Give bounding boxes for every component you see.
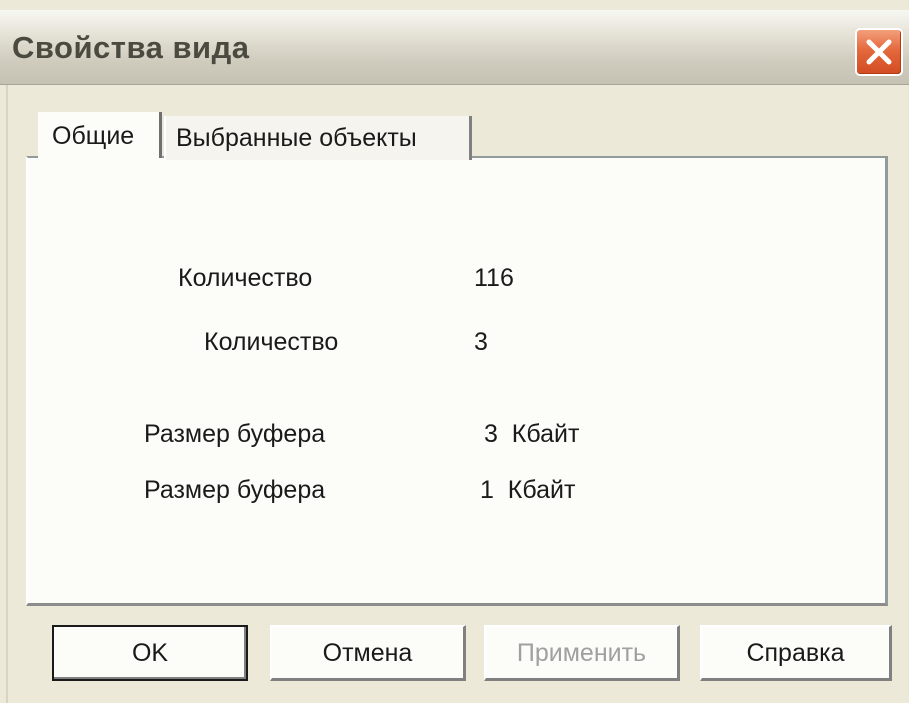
dialog-window: Свойства вида Количество 116 Количество … [0,0,909,703]
tab-label: Общие [52,122,135,150]
property-label: Количество [204,328,339,356]
property-value: 116 [474,264,514,292]
tab-general[interactable]: Общие [38,112,162,158]
property-value: 3 [474,328,488,356]
title-bar[interactable]: Свойства вида [0,10,909,85]
tab-selected-objects[interactable]: Выбранные объекты [164,116,472,160]
property-label: Количество [178,264,313,292]
tab-panel-general: Количество 116 Количество 3 Размер буфер… [26,156,888,606]
property-label: Размер буфера [144,420,326,448]
apply-button[interactable]: Применить [484,625,680,681]
ok-button[interactable]: OK [52,625,248,681]
tab-label: Выбранные объекты [176,124,417,152]
close-icon [866,39,892,65]
cancel-button[interactable]: Отмена [270,625,466,681]
property-value: 3 Кбайт [484,420,580,448]
window-title: Свойства вида [12,30,250,65]
property-label: Размер буфера [144,476,326,504]
property-value: 1 Кбайт [480,476,576,504]
help-button[interactable]: Справка [700,625,892,681]
close-button[interactable] [855,28,903,76]
